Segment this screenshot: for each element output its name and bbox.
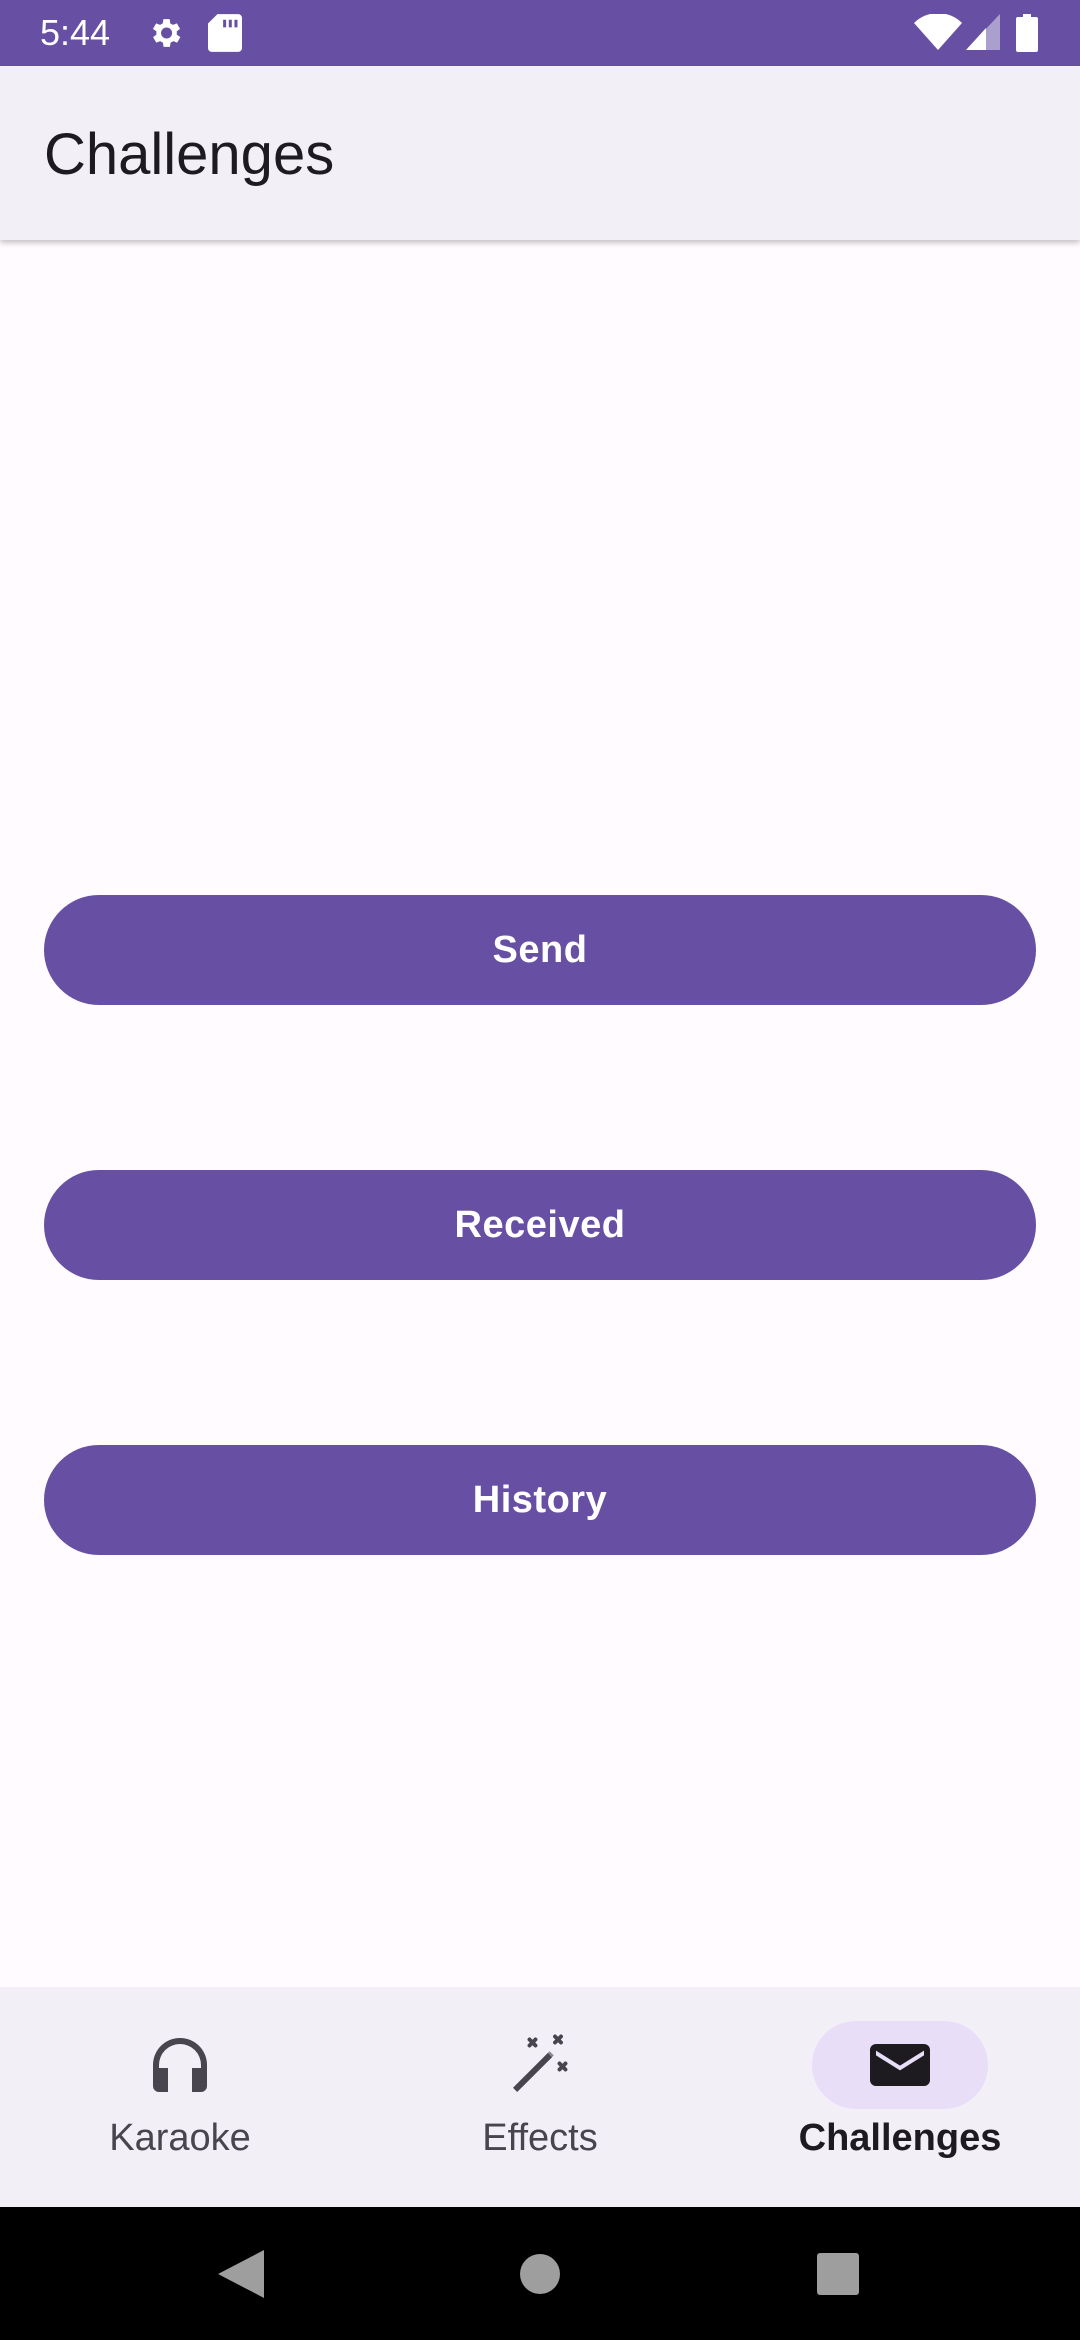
nav-label-challenges: Challenges bbox=[798, 2117, 1002, 2159]
magic-wand-icon bbox=[513, 2034, 568, 2092]
nav-item-challenges[interactable]: Challenges bbox=[720, 1987, 1080, 2207]
page-title: Challenges bbox=[44, 122, 335, 187]
received-button[interactable]: Received bbox=[44, 1170, 1036, 1280]
wifi-icon bbox=[914, 14, 962, 50]
send-button[interactable]: Send bbox=[44, 895, 1036, 1005]
settings-icon bbox=[152, 19, 181, 47]
top-app-bar: Challenges bbox=[0, 66, 1080, 240]
bottom-navigation: Karaoke Effects Challenges bbox=[0, 1987, 1080, 2207]
signal-icon bbox=[966, 14, 1000, 50]
challenges-content: Send Received History bbox=[0, 240, 1080, 1987]
battery-icon bbox=[1016, 14, 1038, 52]
recents-icon[interactable] bbox=[817, 2253, 859, 2295]
nav-label-effects: Effects bbox=[482, 2117, 598, 2159]
mail-icon bbox=[870, 2044, 930, 2086]
status-bar: 5:44 bbox=[0, 0, 1080, 66]
back-icon[interactable] bbox=[218, 2250, 264, 2298]
nav-label-karaoke: Karaoke bbox=[109, 2117, 251, 2159]
headphones-icon bbox=[153, 2038, 207, 2092]
sd-card-icon bbox=[208, 14, 242, 52]
nav-item-effects[interactable]: Effects bbox=[360, 1987, 720, 2207]
home-icon[interactable] bbox=[519, 2253, 561, 2295]
system-navigation-bar bbox=[0, 2207, 1080, 2340]
nav-item-karaoke[interactable]: Karaoke bbox=[0, 1987, 360, 2207]
history-button[interactable]: History bbox=[44, 1445, 1036, 1555]
status-time: 5:44 bbox=[40, 12, 111, 53]
